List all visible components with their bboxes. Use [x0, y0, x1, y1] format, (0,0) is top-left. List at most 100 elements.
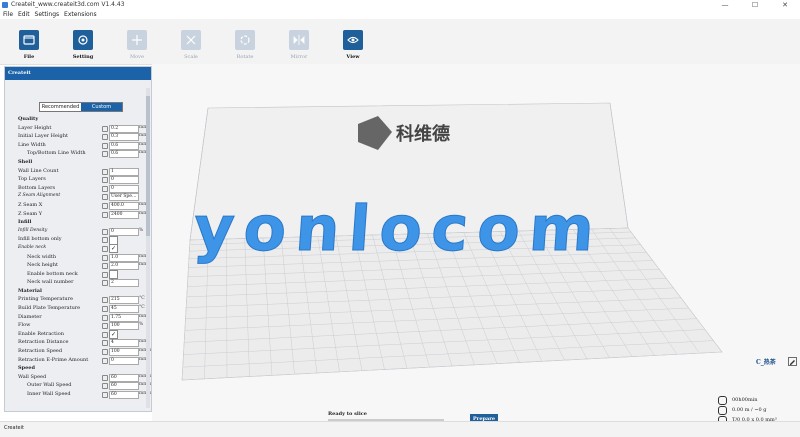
- setting-label: Top Layers: [18, 176, 46, 183]
- setting-label: Diameter: [18, 313, 42, 320]
- lock-icon[interactable]: [102, 280, 108, 287]
- lock-icon[interactable]: [102, 194, 108, 201]
- setting-label: Build Plate Temperature: [18, 305, 81, 312]
- lock-icon[interactable]: [102, 151, 108, 158]
- maximize-button[interactable]: ☐: [740, 0, 770, 10]
- lock-icon[interactable]: [102, 185, 108, 192]
- build-volume: 科维德 yonlocom: [181, 102, 723, 381]
- toolbar: File Setting Move Scale Rotate Mirror Vi…: [0, 19, 800, 65]
- folder-icon: [23, 35, 35, 45]
- rotate-button[interactable]: Rotate: [225, 30, 265, 60]
- menu-extensions[interactable]: Extensions: [64, 10, 97, 19]
- lock-icon[interactable]: [102, 314, 108, 321]
- 3d-model[interactable]: yonlocom: [191, 192, 597, 266]
- setting-label: Enable bottom neck: [27, 270, 78, 277]
- move-button[interactable]: Move: [117, 30, 157, 60]
- clock-icon: [718, 396, 727, 405]
- section-header: Speed: [18, 365, 35, 372]
- lock-icon[interactable]: [102, 340, 108, 347]
- menu-bar: File Edit Settings Extensions: [0, 10, 800, 19]
- lock-icon[interactable]: [102, 306, 108, 313]
- lock-icon[interactable]: [102, 211, 108, 218]
- window-title: Createit_www.createit3d.com V1.4.43: [11, 1, 125, 8]
- setting-row: Infill bottom only: [5, 235, 151, 245]
- rotate-icon: [240, 35, 250, 45]
- window-controls: — ☐ ✕: [710, 0, 800, 10]
- setting-row: Flow 100%: [5, 321, 151, 331]
- status-text: Createit: [4, 425, 24, 431]
- lock-icon[interactable]: [102, 142, 108, 149]
- mirror-button[interactable]: Mirror: [279, 30, 319, 60]
- move-label: Move: [130, 54, 144, 60]
- setting-button[interactable]: Setting: [63, 30, 103, 60]
- panel-title: Createit: [5, 67, 151, 80]
- lock-icon[interactable]: [102, 374, 108, 381]
- lock-icon[interactable]: [102, 263, 108, 270]
- lock-icon[interactable]: [102, 297, 108, 304]
- section-header: Infill: [18, 219, 32, 226]
- lock-icon[interactable]: [102, 323, 108, 330]
- setting-label: Neck width: [27, 253, 57, 260]
- brand-text: 科维德: [396, 123, 450, 145]
- file-button[interactable]: File: [9, 30, 49, 60]
- settings-scrollbar[interactable]: [146, 88, 150, 408]
- lock-icon[interactable]: [102, 349, 108, 356]
- setting-label: Flow: [18, 322, 31, 329]
- setting-unit: %: [139, 322, 144, 328]
- edit-material-icon[interactable]: [788, 357, 797, 366]
- weight-icon: [718, 406, 727, 415]
- setting-row: Neck height 2.0 mm: [5, 261, 151, 271]
- setting-row: Initial Layer Height 0.3 mm: [5, 132, 151, 142]
- setting-row: Retraction E-Prime Amount 0 mm³: [5, 356, 151, 365]
- lock-icon[interactable]: [102, 383, 108, 390]
- status-bar: Createit: [0, 421, 800, 437]
- setting-row: Build Plate Temperature 45 °C: [5, 304, 151, 314]
- title-bar: Createit_www.createit3d.com V1.4.43 — ☐ …: [0, 0, 800, 10]
- setting-label: Retraction Distance: [18, 339, 69, 346]
- scale-icon: [186, 35, 196, 45]
- setting-label: Line Width: [18, 141, 46, 148]
- setting-label: Inner Wall Speed: [27, 391, 71, 397]
- setting-row: Printing Temperature 215 °C: [5, 295, 151, 305]
- lock-icon[interactable]: [102, 177, 108, 184]
- view-label: View: [346, 54, 360, 60]
- lock-icon[interactable]: [102, 271, 108, 278]
- lock-icon[interactable]: [102, 125, 108, 132]
- 3d-viewport[interactable]: 科维德 yonlocom: [152, 64, 800, 421]
- setting-input[interactable]: 60: [109, 391, 139, 399]
- setting-label: Z Seam X: [18, 201, 43, 208]
- material-label[interactable]: C_热茶: [756, 357, 776, 366]
- mode-toggle: Recommended Custom: [39, 102, 123, 112]
- lock-icon[interactable]: [102, 168, 108, 175]
- lock-icon[interactable]: [102, 134, 108, 141]
- section-header: Shell: [18, 158, 33, 165]
- lock-icon[interactable]: [102, 392, 108, 398]
- close-button[interactable]: ✕: [770, 0, 800, 10]
- lock-icon[interactable]: [102, 228, 108, 235]
- setting-row: Neck wall number 2: [5, 278, 151, 288]
- scrollbar-thumb[interactable]: [146, 96, 150, 236]
- tab-custom[interactable]: Custom: [81, 103, 122, 111]
- lock-icon[interactable]: [102, 254, 108, 261]
- view-button[interactable]: View: [333, 30, 373, 60]
- lock-icon[interactable]: [102, 202, 108, 209]
- gear-icon: [78, 35, 88, 45]
- lock-icon[interactable]: [102, 245, 108, 252]
- app-icon: [2, 2, 8, 8]
- menu-edit[interactable]: Edit: [18, 10, 30, 19]
- scale-button[interactable]: Scale: [171, 30, 211, 60]
- menu-settings[interactable]: Settings: [35, 10, 60, 19]
- file-label: File: [23, 54, 35, 60]
- lock-icon[interactable]: [102, 237, 108, 244]
- setting-row: Enable Retraction ✓: [5, 330, 151, 340]
- mirror-icon: [293, 35, 305, 45]
- setting-label: Setting: [72, 54, 94, 60]
- tab-recommended[interactable]: Recommended: [40, 103, 81, 111]
- lock-icon[interactable]: [102, 331, 108, 338]
- setting-row: Enable bottom neck: [5, 270, 151, 280]
- setting-label: Printing Temperature: [18, 296, 73, 303]
- minimize-button[interactable]: —: [710, 0, 740, 10]
- menu-file[interactable]: File: [3, 10, 13, 19]
- lock-icon[interactable]: [102, 357, 108, 364]
- setting-label: Initial Layer Height: [18, 133, 68, 140]
